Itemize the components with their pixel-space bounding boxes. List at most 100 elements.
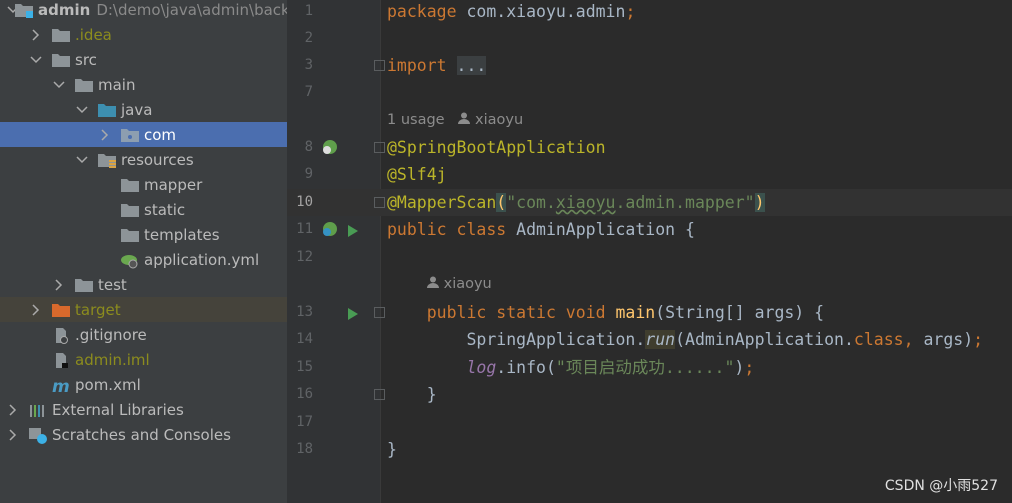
code-token: com.xiaoyu.admin [466,2,626,21]
author-icon [427,276,439,292]
tree-item-external-libraries[interactable]: External Libraries [0,397,287,422]
tree-item-label: .idea [75,25,112,44]
code-token: AdminApplication { [516,220,695,239]
tree-item-com[interactable]: com [0,122,287,147]
fold-marker-icon[interactable] [374,60,385,71]
folder-icon [120,227,140,243]
fold-marker-icon[interactable] [374,389,385,400]
tree-item--gitignore[interactable]: .gitignore [0,322,287,347]
watermark: CSDN @小雨527 [884,478,998,494]
folder-icon [74,77,94,93]
folder-icon [120,177,140,193]
tree-item-application-yml[interactable]: application.yml [0,247,287,272]
code-token: ) [734,358,745,377]
author-hint[interactable]: xiaoyu [475,112,523,128]
line-number: 2 [304,30,313,46]
inlay-hint[interactable]: xiaoyu [427,271,492,298]
code-token: log [466,358,497,377]
folder-icon [51,27,71,43]
tree-item--idea[interactable]: .idea [0,22,287,47]
folder-icon [74,277,94,293]
line-number: 17 [296,414,313,430]
line-number: 10 [296,194,313,210]
code-token: ; [625,2,636,21]
chevron-down-icon[interactable] [29,53,43,67]
tree-item-templates[interactable]: templates [0,222,287,247]
tree-item-admin-iml[interactable]: admin.iml [0,347,287,372]
fold-marker-icon[interactable] [374,307,385,318]
run-icon[interactable] [347,223,359,242]
line-number: 11 [296,221,313,237]
tree-item-label: pom.xml [75,375,141,394]
code-token: public class [387,220,517,239]
code-token: ( [496,193,507,212]
code-token: ... [456,56,487,75]
author-hint[interactable]: xiaoyu [444,276,492,292]
tree-item-static[interactable]: static [0,197,287,222]
code-token: SpringApplication. [387,330,646,349]
tree-item-label: .gitignore [75,325,147,344]
run-icon[interactable] [347,306,359,325]
tree-item-label: target [75,300,121,319]
chevron-right-icon[interactable] [29,303,43,317]
tree-item-java[interactable]: java [0,97,287,122]
tree-item-resources[interactable]: resources [0,147,287,172]
code-token: args) [923,330,974,349]
tree-item-test[interactable]: test [0,272,287,297]
line-number: 3 [304,57,313,73]
chevron-down-icon[interactable] [75,103,89,117]
chevron-right-icon[interactable] [29,28,43,42]
fold-marker-icon[interactable] [374,142,385,153]
line-number: 14 [296,331,313,347]
spring-bean-icon[interactable] [320,139,340,161]
chevron-right-icon[interactable] [6,428,20,442]
module-folder-icon [14,2,34,18]
tree-item-label: test [98,275,127,294]
inlay-hint[interactable]: 1 usage xiaoyu [387,107,523,134]
tree-item-main[interactable]: main [0,72,287,97]
code-token: .admin.mapper" [615,193,755,212]
chevron-down-icon[interactable] [75,153,89,167]
line-number: 1 [304,3,313,19]
folder-icon [51,52,71,68]
tree-item-target[interactable]: target [0,297,287,322]
chevron-down-icon[interactable] [52,78,66,92]
line-number: 15 [296,359,313,375]
fold-marker-icon[interactable] [374,197,385,208]
libraries-icon [28,402,48,418]
chevron-right-icon[interactable] [52,278,66,292]
code-token: (String[] args) { [655,303,825,322]
line-number: 7 [304,84,313,100]
line-number: 16 [296,386,313,402]
code-line: log.info("项目启动成功......"); [387,354,754,381]
source-folder-icon [97,102,117,118]
scratches-icon [28,427,48,444]
code-line: public class AdminApplication { [387,216,695,243]
code-line: } [387,381,437,408]
tree-item-label: com [144,125,177,144]
chevron-right-icon[interactable] [98,128,112,142]
code-line: public static void main(String[] args) { [387,299,824,326]
chevron-right-icon[interactable] [6,403,20,417]
code-line: @Slf4j [387,161,447,188]
code-line: SpringApplication.run(AdminApplication.c… [387,326,983,353]
excluded-folder-icon [51,302,71,318]
code-token: (AdminApplication. [675,330,854,349]
tree-item-label: java [121,100,153,119]
tree-item-label: main [98,75,136,94]
spring-run-icon[interactable] [320,221,340,243]
spring-config-icon [120,252,140,268]
tree-item-admin[interactable]: admin D:\demo\java\admin\back [0,0,287,22]
tree-item-scratches-and-consoles[interactable]: Scratches and Consoles [0,422,287,447]
tree-item-label: static [144,200,186,219]
usages-hint[interactable]: 1 usage [387,112,445,128]
tree-item-mapper[interactable]: mapper [0,172,287,197]
tree-item-src[interactable]: src [0,47,287,72]
tree-item-label: Scratches and Consoles [52,425,231,444]
code-line: @SpringBootApplication [387,134,606,161]
tree-item-pom-xml[interactable]: m pom.xml [0,372,287,397]
tree-item-label: application.yml [144,250,260,269]
tree-item-label: src [75,50,97,69]
